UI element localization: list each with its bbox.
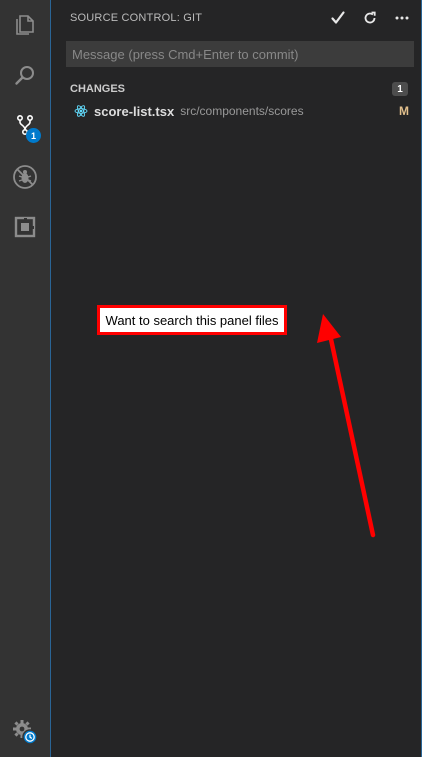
activity-source-control[interactable]: 1 xyxy=(0,100,50,150)
more-icon xyxy=(395,16,409,20)
activity-extensions[interactable] xyxy=(0,202,50,252)
activity-settings[interactable] xyxy=(0,707,50,757)
file-name: score-list.tsx xyxy=(94,103,175,119)
file-path: src/components/scores xyxy=(180,104,304,118)
file-status-modified: M xyxy=(399,104,409,118)
vscode-window: 1 SOURCE CONTROL: GIT Message (press Cmd… xyxy=(0,0,422,757)
commit-button[interactable] xyxy=(329,9,347,27)
react-icon xyxy=(74,104,88,118)
activity-debug[interactable] xyxy=(0,152,50,202)
more-actions-button[interactable] xyxy=(393,9,411,27)
activity-bar: 1 xyxy=(0,0,50,757)
commit-message-wrap xyxy=(51,36,421,67)
panel-title: SOURCE CONTROL: GIT xyxy=(70,12,203,24)
header-actions xyxy=(329,9,411,27)
changes-count-badge: 1 xyxy=(392,82,408,96)
search-icon xyxy=(15,66,34,85)
refresh-icon xyxy=(364,11,376,24)
changes-section-header[interactable]: CHANGES 1 xyxy=(51,78,421,100)
activity-search[interactable] xyxy=(0,50,50,100)
annotation-callout: Want to search this panel files xyxy=(97,305,287,335)
source-control-badge: 1 xyxy=(26,128,41,143)
commit-check-icon xyxy=(331,11,345,24)
changed-file-row[interactable]: score-list.tsx src/components/scores M xyxy=(51,100,421,122)
debug-icon xyxy=(13,165,37,189)
source-control-panel: SOURCE CONTROL: GIT Message (press Cmd+E… xyxy=(50,0,422,757)
activity-explorer[interactable] xyxy=(0,0,50,50)
gear-icon xyxy=(13,720,38,745)
annotation-text: Want to search this panel files xyxy=(105,312,279,328)
extensions-icon xyxy=(14,216,36,238)
panel-header: SOURCE CONTROL: GIT xyxy=(51,0,421,36)
explorer-icon xyxy=(16,15,34,35)
commit-message-input[interactable] xyxy=(66,41,414,67)
refresh-button[interactable] xyxy=(361,9,379,27)
changes-title: CHANGES xyxy=(70,83,126,95)
